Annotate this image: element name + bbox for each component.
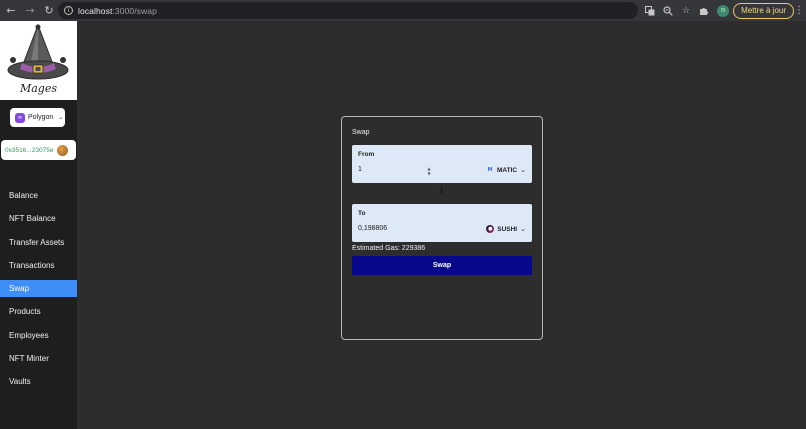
swap-card: Swap From 1 ▲ ▼ M MATIC ⌄ ↓ To 0,198806 ●…	[341, 116, 543, 340]
sidebar-item-label: NFT Minter	[9, 354, 49, 363]
arrow-down-icon: ↓	[438, 186, 445, 195]
to-label: To	[358, 210, 366, 217]
menu-kebab-icon[interactable]: ⋮	[794, 5, 804, 16]
forward-icon[interactable]: →	[22, 3, 38, 19]
sidebar-item-vaults[interactable]: Vaults	[0, 373, 77, 390]
network-label: Polygon	[28, 114, 54, 121]
sidebar-item-label: NFT Balance	[9, 214, 56, 223]
logo-text: Mages	[19, 82, 58, 95]
profile-avatar[interactable]: n	[717, 4, 730, 17]
matic-token-icon: M	[487, 167, 493, 173]
sidebar-item-nft-balance[interactable]: NFT Balance	[0, 210, 77, 227]
amount-stepper[interactable]: ▲ ▼	[426, 166, 432, 176]
browser-toolbar: ← → ↻ i localhost:3000/swap ☆ n Mettre à…	[0, 0, 806, 21]
from-field: From 1 ▲ ▼ M MATIC ⌄	[352, 145, 532, 183]
to-token-label: SUSHI	[497, 225, 518, 233]
translate-icon[interactable]	[644, 4, 657, 17]
to-amount-output: 0,198806	[358, 225, 388, 232]
zoom-icon[interactable]	[662, 4, 675, 17]
sidebar-item-transfer-assets[interactable]: Transfer Assets	[0, 234, 77, 251]
account-avatar-icon	[57, 144, 69, 156]
sidebar-item-swap[interactable]: Swap	[0, 280, 77, 297]
chevron-down-icon: ⌄	[520, 166, 526, 174]
sidebar-item-label: Transactions	[9, 261, 55, 270]
sushi-token-icon: ●	[486, 225, 495, 233]
bookmark-star-icon[interactable]: ☆	[680, 4, 693, 17]
from-token-label: MATIC	[497, 166, 518, 174]
wizard-hat-icon	[7, 23, 69, 80]
estimated-gas: Estimated Gas: 229386	[352, 245, 426, 252]
chevron-down-icon: ⌄	[58, 114, 64, 121]
reload-icon[interactable]: ↻	[41, 3, 57, 19]
mages-logo: Mages	[0, 21, 77, 100]
stepper-down-icon[interactable]: ▼	[427, 171, 430, 176]
sidebar-item-label: Employees	[9, 331, 49, 340]
info-icon[interactable]: i	[64, 6, 73, 15]
update-button[interactable]: Mettre à jour	[733, 2, 794, 19]
sidebar-item-balance[interactable]: Balance	[0, 187, 77, 204]
sidebar-item-label: Transfer Assets	[9, 238, 65, 247]
sidebar-item-transactions[interactable]: Transactions	[0, 257, 77, 274]
sidebar-item-label: Balance	[9, 191, 38, 200]
from-amount-input[interactable]: 1	[358, 166, 362, 173]
account-button[interactable]: 0x3516...23075e	[1, 140, 76, 160]
sidebar-item-employees[interactable]: Employees	[0, 327, 77, 344]
address-bar[interactable]: i localhost:3000/swap	[58, 2, 638, 19]
main-content: Swap From 1 ▲ ▼ M MATIC ⌄ ↓ To 0,198806 ●…	[77, 21, 806, 429]
extensions-icon[interactable]	[698, 4, 711, 17]
sidebar-item-label: Swap	[9, 284, 30, 293]
sidebar-item-label: Vaults	[9, 377, 31, 386]
sidebar-item-nft-minter[interactable]: NFT Minter	[0, 350, 77, 367]
polygon-icon: ∞	[15, 112, 25, 123]
sidebar: Mages ∞ Polygon ⌄ 0x3516...23075e Balanc…	[0, 21, 77, 429]
account-address: 0x3516...23075e	[5, 146, 54, 154]
network-selector[interactable]: ∞ Polygon ⌄	[10, 108, 65, 127]
sidebar-item-label: Products	[9, 307, 41, 316]
from-label: From	[358, 151, 375, 158]
swap-title: Swap	[352, 129, 370, 136]
to-token-selector[interactable]: ● SUSHI ⌄	[486, 223, 526, 235]
sidebar-item-products[interactable]: Products	[0, 303, 77, 320]
url-text: localhost:3000/swap	[78, 5, 157, 16]
from-token-selector[interactable]: M MATIC ⌄	[486, 164, 526, 176]
back-icon[interactable]: ←	[3, 3, 19, 19]
swap-button[interactable]: Swap	[352, 256, 532, 275]
to-field: To 0,198806 ● SUSHI ⌄	[352, 204, 532, 242]
chevron-down-icon: ⌄	[520, 225, 526, 233]
